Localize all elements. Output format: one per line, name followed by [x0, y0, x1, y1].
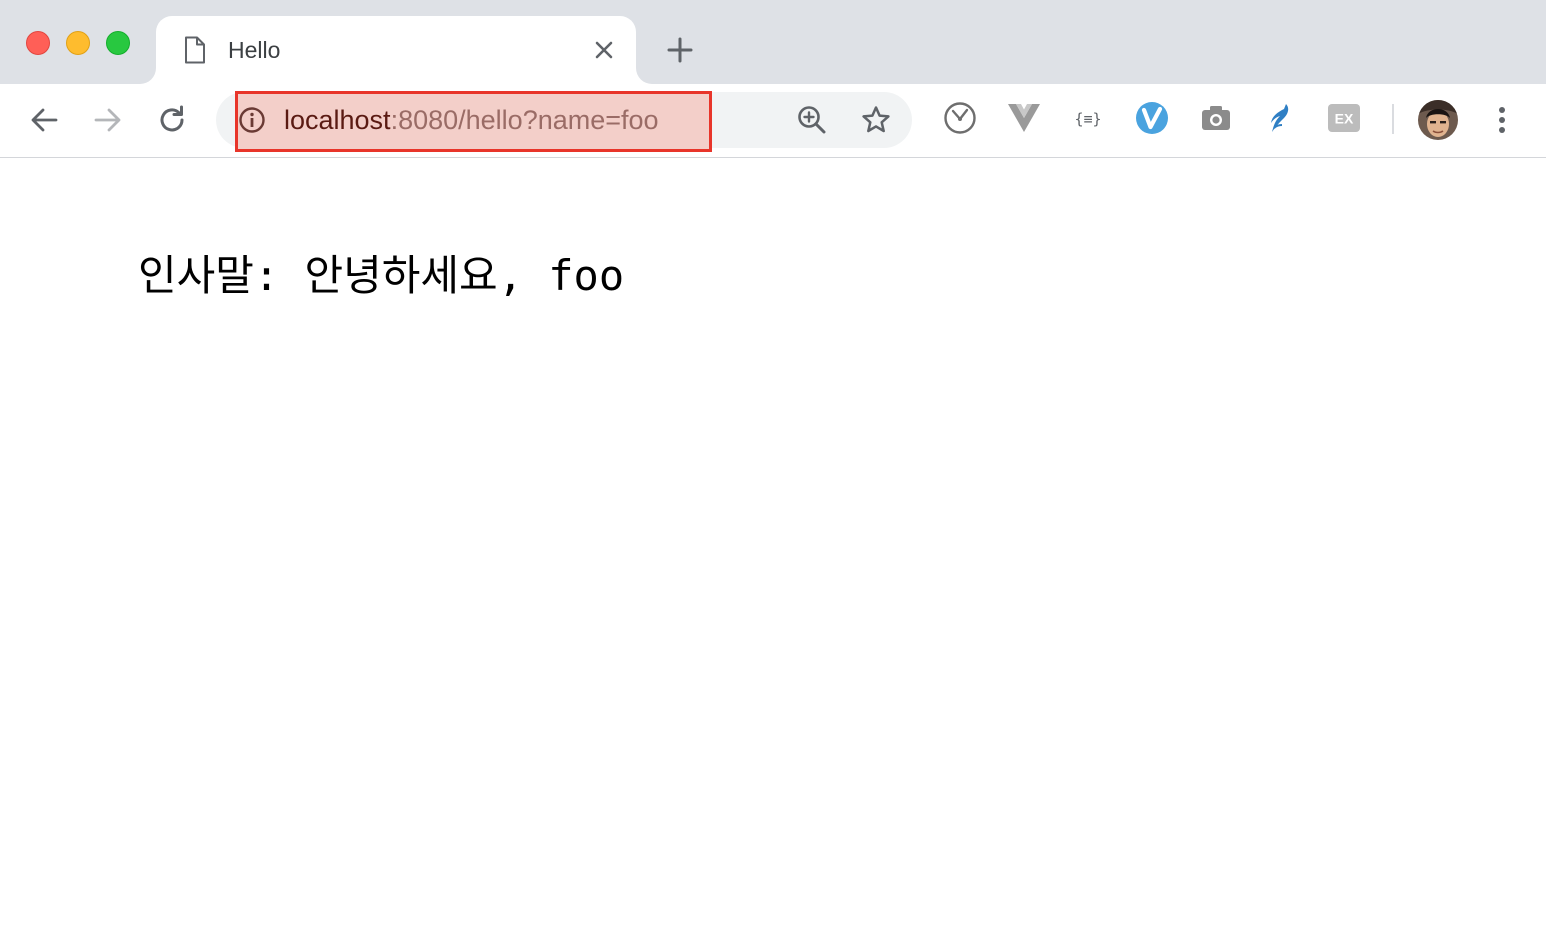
document-icon — [185, 36, 205, 64]
tab-strip: Hello — [0, 0, 1546, 84]
address-bar[interactable]: localhost:8080/hello?name=foo — [216, 91, 912, 152]
window-minimize-button[interactable] — [66, 31, 90, 55]
url-text[interactable]: localhost:8080/hello?name=foo — [284, 105, 659, 135]
vimium-icon[interactable] — [1134, 100, 1170, 136]
bird-extension-icon[interactable] — [1262, 100, 1298, 136]
clock-extension-icon[interactable] — [942, 100, 978, 136]
greeting-text: 인사말: 안녕하세요, foo — [138, 251, 625, 300]
json-viewer-icon[interactable]: {≡} — [1070, 100, 1106, 136]
url-path: :8080/hello?name=foo — [390, 105, 659, 135]
window-maximize-button[interactable] — [106, 31, 130, 55]
svg-text:{≡}: {≡} — [1074, 110, 1101, 128]
profile-avatar[interactable] — [1418, 100, 1458, 140]
browser-window: Hello localhost:8080/hello?name=foo {≡} … — [0, 0, 1546, 942]
vue-devtools-icon[interactable] — [1006, 100, 1042, 136]
svg-text:EX: EX — [1335, 111, 1354, 127]
window-close-button[interactable] — [26, 31, 50, 55]
reload-icon[interactable] — [154, 102, 190, 138]
browser-toolbar: localhost:8080/hello?name=foo — [0, 84, 1546, 158]
new-tab-plus-icon[interactable] — [664, 34, 696, 66]
tab-title: Hello — [228, 37, 281, 63]
star-icon[interactable] — [860, 104, 892, 136]
ex-extension-icon[interactable]: EX — [1326, 100, 1362, 136]
tab-hello[interactable]: Hello — [156, 16, 636, 84]
zoom-icon[interactable] — [796, 104, 828, 136]
avatar-image — [1418, 100, 1458, 140]
arrow-right-icon[interactable] — [90, 102, 126, 138]
close-tab-icon[interactable] — [592, 38, 616, 62]
arrow-left-icon[interactable] — [26, 102, 62, 138]
screenshot-camera-icon[interactable] — [1198, 100, 1234, 136]
page-content: 인사말: 안녕하세요, foo — [0, 158, 1546, 942]
toolbar-separator — [1392, 104, 1394, 134]
more-menu-icon[interactable] — [1488, 102, 1516, 138]
info-icon[interactable] — [238, 106, 266, 134]
url-host: localhost — [284, 105, 391, 135]
